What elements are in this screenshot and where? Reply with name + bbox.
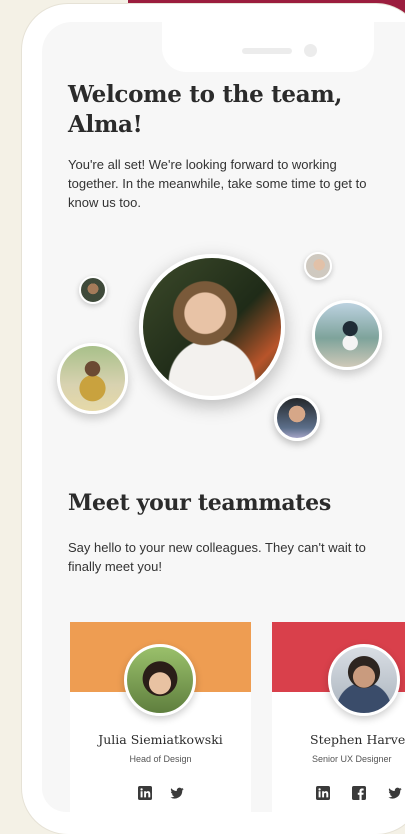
team-avatar[interactable]: [304, 252, 332, 280]
teammate-avatar: [328, 644, 400, 716]
teammate-card[interactable]: Julia Siemiatkowski Head of Design: [70, 622, 251, 822]
welcome-title: Welcome to the team, Alma!: [68, 81, 343, 138]
team-avatar[interactable]: [312, 300, 382, 370]
teammate-name: Julia Siemiatkowski: [98, 732, 223, 747]
front-camera: [304, 44, 317, 57]
team-avatar[interactable]: [57, 343, 128, 414]
speaker-grille: [242, 48, 292, 54]
teammate-role: Head of Design: [129, 754, 192, 764]
social-links: [316, 786, 402, 800]
linkedin-icon[interactable]: [316, 786, 330, 800]
linkedin-icon[interactable]: [137, 786, 152, 800]
social-links: [70, 786, 251, 800]
facebook-icon[interactable]: [352, 786, 366, 800]
twitter-icon[interactable]: [388, 786, 402, 800]
teammate-avatar: [124, 644, 196, 716]
welcome-intro: You're all set! We're looking forward to…: [68, 157, 367, 210]
teammate-name: Stephen Harvey: [310, 732, 405, 747]
new-hire-avatar: [139, 254, 285, 400]
teammates-description: Say hello to your new colleagues. They c…: [68, 540, 366, 574]
teammate-card[interactable]: Stephen Harvey Senior UX Designer: [272, 622, 405, 822]
team-avatar[interactable]: [79, 276, 107, 304]
teammates-heading: Meet your teammates: [68, 490, 331, 516]
twitter-icon[interactable]: [169, 786, 184, 800]
phone-notch: [162, 22, 374, 72]
teammate-role: Senior UX Designer: [312, 754, 392, 764]
team-avatar[interactable]: [274, 395, 320, 441]
